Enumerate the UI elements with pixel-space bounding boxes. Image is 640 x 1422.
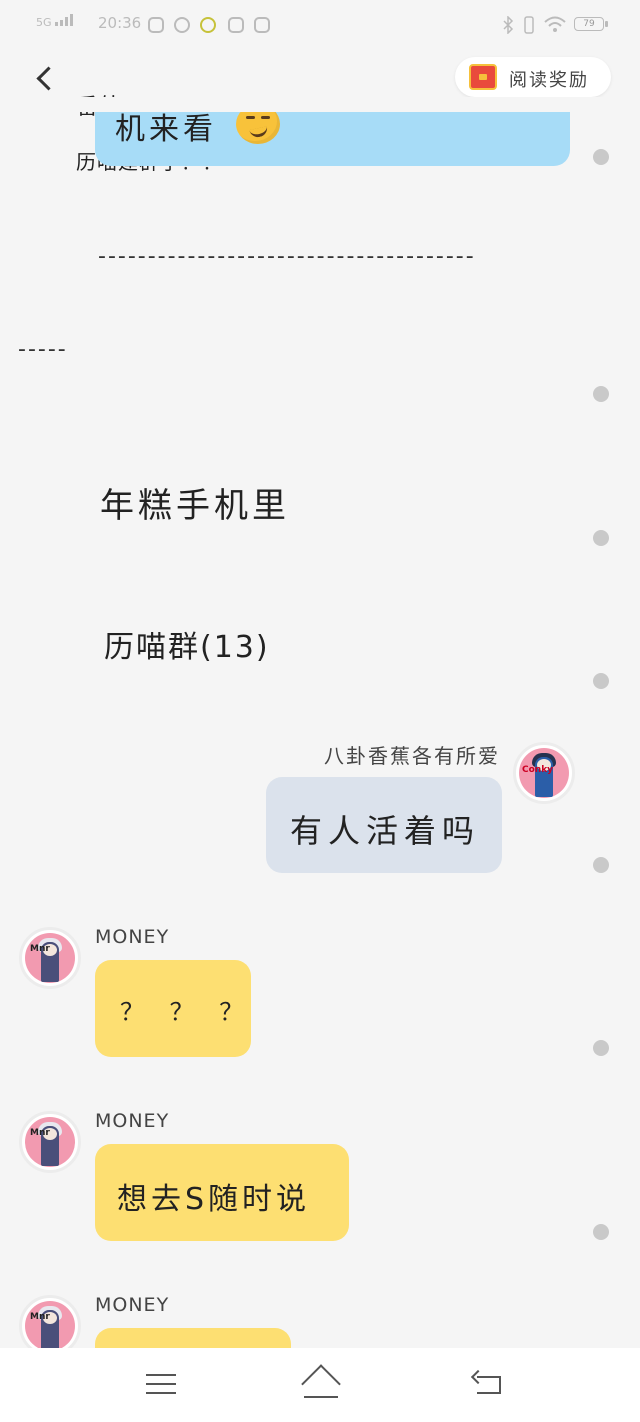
avatar-label: Mnr	[30, 944, 50, 954]
wechat-icon	[174, 17, 190, 33]
treasure-chest-icon	[469, 64, 497, 90]
paragraph-comment-dot[interactable]	[593, 149, 609, 165]
paragraph-comment-dot[interactable]	[593, 673, 609, 689]
clock: 20:36	[98, 14, 142, 32]
sender-name: 八卦香蕉各有所爱	[324, 744, 500, 768]
network-indicator: 5G	[36, 14, 77, 29]
menu-icon[interactable]	[146, 1372, 176, 1396]
avatar-label: Mnr	[30, 1312, 50, 1322]
avatar: Conky	[513, 742, 575, 804]
mail-icon	[254, 17, 270, 33]
message-text: 有人活着吗	[290, 812, 481, 850]
back-button[interactable]	[30, 62, 56, 94]
avatar-label: Conky	[522, 765, 554, 775]
back-icon[interactable]	[470, 1369, 503, 1396]
reward-label: 阅读奖励	[509, 70, 589, 91]
signal-icon	[55, 14, 77, 29]
paragraph-comment-dot[interactable]	[593, 857, 609, 873]
sender-name: MONEY	[95, 926, 170, 948]
message-text: 想去S随时说	[117, 1182, 311, 1217]
battery-icon: 79	[574, 17, 608, 31]
bluetooth-icon	[502, 15, 514, 38]
divider-text: -----	[18, 337, 68, 362]
message-text: ？ ？ ？	[120, 998, 248, 1026]
wifi-icon	[544, 16, 566, 36]
paragraph-comment-dot[interactable]	[593, 1224, 609, 1240]
avatar-label: Mnr	[30, 1128, 50, 1138]
avatar: Mnr	[19, 1295, 81, 1348]
paragraph-comment-dot[interactable]	[593, 530, 609, 546]
home-icon[interactable]	[300, 1364, 342, 1404]
network-type: 5G	[36, 16, 52, 29]
app-notification-icon	[200, 17, 216, 33]
vibrate-icon	[522, 16, 536, 38]
app-notification-icon	[148, 17, 164, 33]
story-text: 年糕手机里	[100, 486, 290, 526]
message-row-partial: Mnr MONEY	[0, 1290, 640, 1348]
avatar: Mnr	[19, 927, 81, 989]
sender-name: MONEY	[95, 1294, 170, 1316]
paragraph-comment-dot[interactable]	[593, 1040, 609, 1056]
app-notification-icon	[228, 17, 244, 33]
status-bar: 5G 20:36 79	[0, 0, 640, 50]
reading-reward-button[interactable]: 阅读奖励	[455, 57, 611, 97]
story-text: 历喵群(13)	[104, 630, 270, 665]
message-bubble-yellow	[95, 1328, 291, 1348]
sender-name: MONEY	[95, 1110, 170, 1132]
divider-text: --------------------------------------	[98, 244, 476, 269]
avatar: Mnr	[19, 1111, 81, 1173]
paragraph-comment-dot[interactable]	[593, 386, 609, 402]
